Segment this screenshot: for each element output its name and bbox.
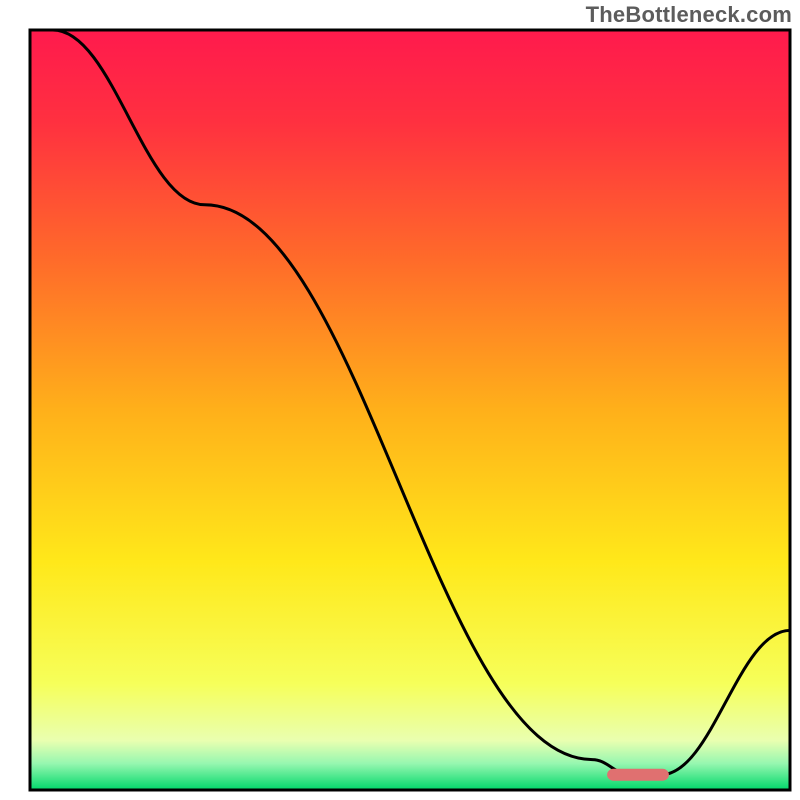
optimum-marker [608, 769, 669, 780]
bottleneck-chart [0, 0, 800, 800]
chart-stage: TheBottleneck.com [0, 0, 800, 800]
